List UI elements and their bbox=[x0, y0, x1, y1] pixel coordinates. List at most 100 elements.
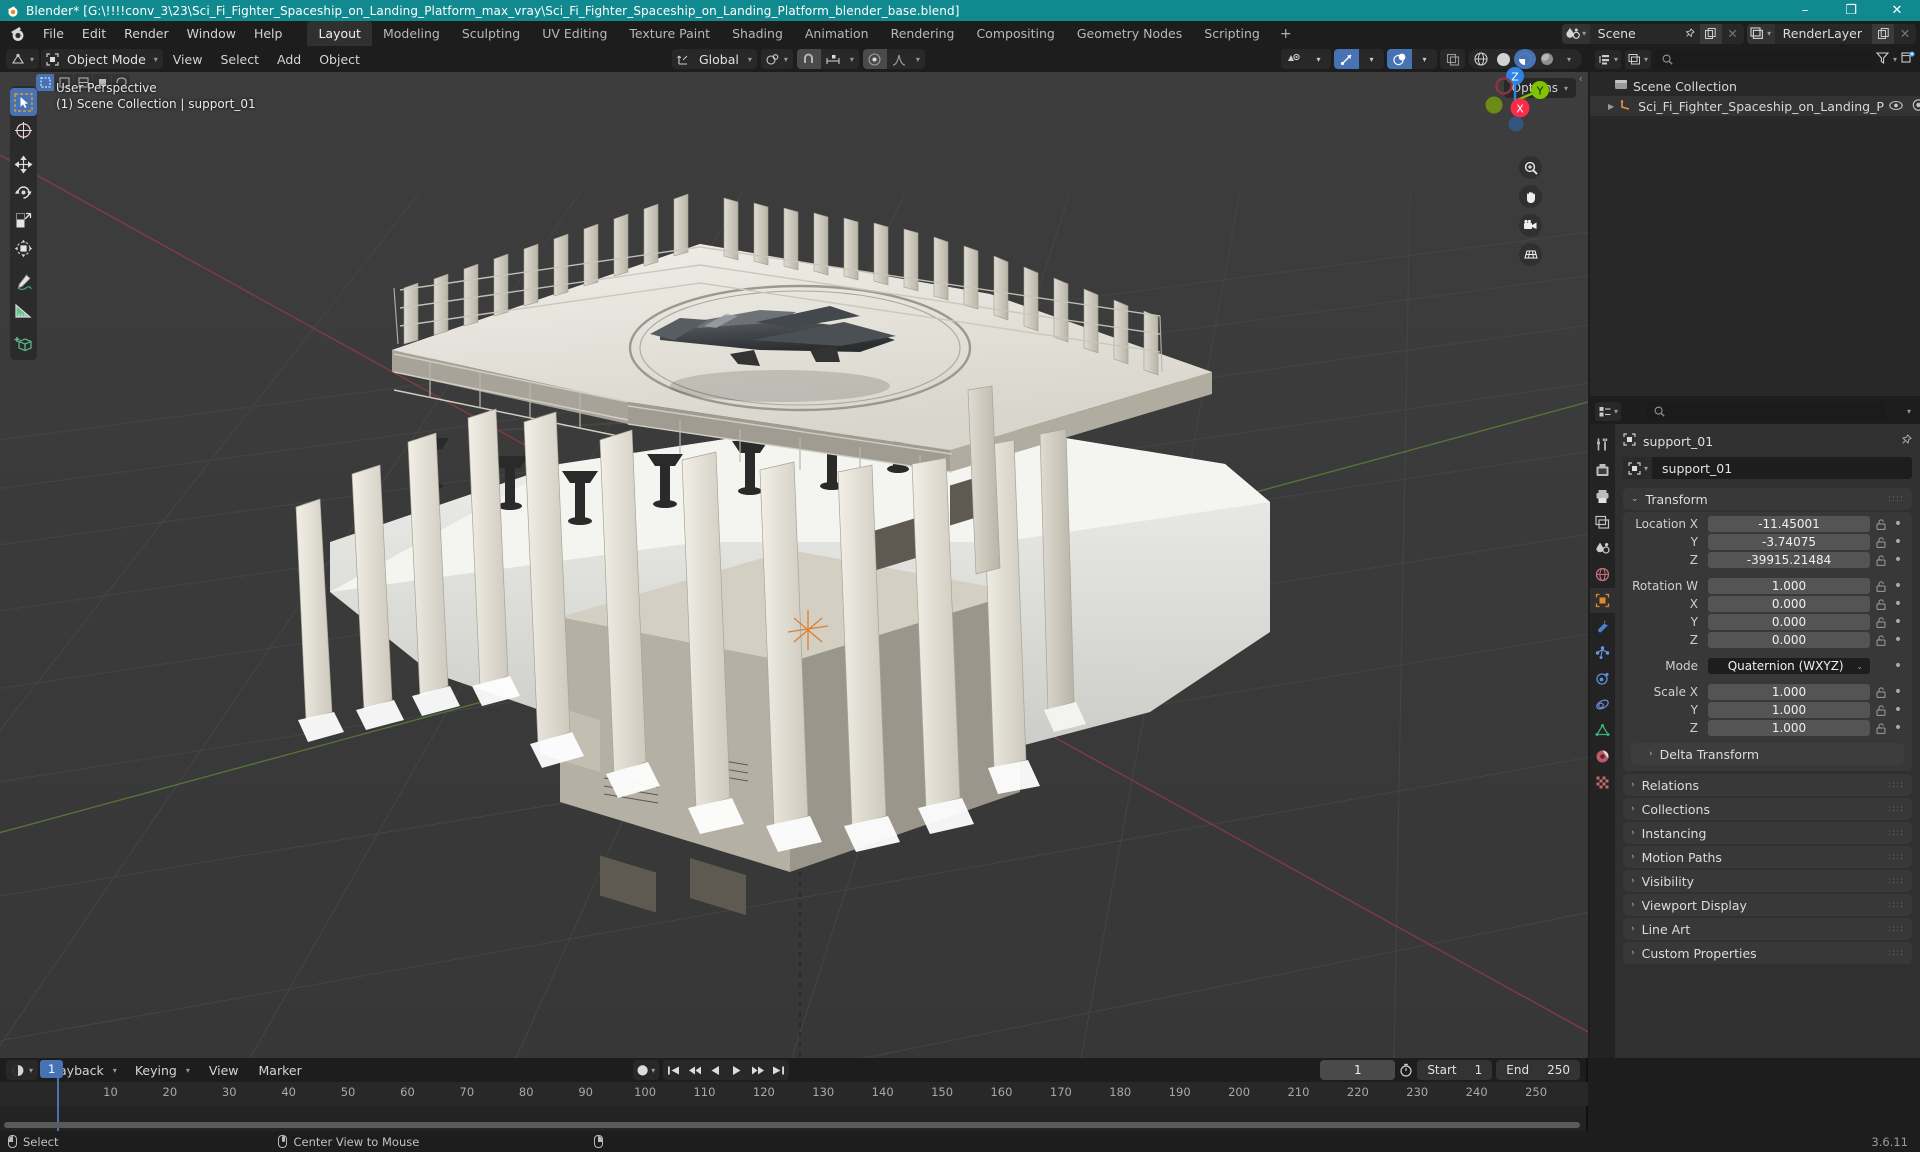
shading-dropdown-icon[interactable]: ▾ bbox=[1558, 49, 1580, 69]
viewport-menu-select[interactable]: Select bbox=[212, 52, 267, 67]
timeline-editor-type-button[interactable]: ▾ bbox=[6, 1060, 39, 1080]
outliner-row-object[interactable]: ▶ Sci_Fi_Fighter_Spaceship_on_Landing_P bbox=[1590, 96, 1920, 116]
snap-dropdown-icon[interactable]: ▾ bbox=[845, 49, 859, 69]
filter-icon[interactable] bbox=[1875, 51, 1890, 67]
properties-search-input[interactable] bbox=[1646, 401, 1886, 421]
tab-scene-icon[interactable] bbox=[1590, 536, 1615, 561]
new-collection-icon[interactable] bbox=[1901, 51, 1915, 67]
add-workspace-button[interactable]: + bbox=[1271, 24, 1301, 44]
tab-rendering[interactable]: Rendering bbox=[880, 21, 966, 46]
tab-texture-icon[interactable] bbox=[1590, 770, 1615, 795]
auto-keying-group[interactable]: ⬤ ▾ bbox=[633, 1060, 660, 1080]
maximize-button[interactable]: ❐ bbox=[1828, 0, 1874, 21]
timeline-editor[interactable]: ▾ Playback ▾ Keying ▾ View Marker ⬤ ▾ 1 … bbox=[0, 1058, 1588, 1131]
scale-x-row[interactable]: Scale X 1.000 • bbox=[1631, 684, 1904, 700]
object-mode-selector[interactable]: Object Mode ▾ bbox=[41, 49, 163, 69]
tab-sculpting[interactable]: Sculpting bbox=[451, 21, 531, 46]
animate-dot-icon[interactable]: • bbox=[1892, 579, 1904, 593]
scale-y-value[interactable]: 1.000 bbox=[1708, 702, 1870, 718]
tab-material-icon[interactable] bbox=[1590, 744, 1615, 769]
scale-z-value[interactable]: 1.000 bbox=[1708, 720, 1870, 736]
gizmo-dropdown-icon[interactable]: ▾ bbox=[1359, 49, 1384, 69]
transform-panel-header[interactable]: ⌄ Transform :::: bbox=[1623, 488, 1912, 510]
outliner-row-scene-collection[interactable]: Scene Collection bbox=[1590, 76, 1920, 96]
tab-object-icon[interactable] bbox=[1590, 588, 1615, 613]
tab-output-icon[interactable] bbox=[1590, 484, 1615, 509]
xray-toggle-icon[interactable] bbox=[1440, 49, 1465, 69]
tab-world-icon[interactable] bbox=[1590, 562, 1615, 587]
tab-constraints-icon[interactable] bbox=[1590, 692, 1615, 717]
animate-dot-icon[interactable]: • bbox=[1892, 659, 1904, 673]
scale-x-value[interactable]: 1.000 bbox=[1708, 684, 1870, 700]
location-z-value[interactable]: -39915.21484 bbox=[1708, 552, 1870, 568]
gizmo-toggle-icon[interactable] bbox=[1334, 49, 1359, 69]
delete-scene-button[interactable]: ✕ bbox=[1722, 24, 1744, 44]
editor-type-button[interactable]: ▾ bbox=[6, 49, 40, 69]
tab-tool-icon[interactable] bbox=[1590, 432, 1615, 457]
relations-panel-header[interactable]: › Relations :::: bbox=[1623, 774, 1912, 796]
scale-y-row[interactable]: Y 1.000 • bbox=[1631, 702, 1904, 718]
tab-modifiers-icon[interactable] bbox=[1590, 614, 1615, 639]
visibility-panel-header[interactable]: › Visibility :::: bbox=[1623, 870, 1912, 892]
properties-options-dropdown-icon[interactable]: ▾ bbox=[1907, 407, 1915, 416]
tab-uv-editing[interactable]: UV Editing bbox=[531, 21, 618, 46]
orthographic-toggle-icon[interactable] bbox=[1519, 243, 1542, 266]
outliner-editor-type-button[interactable]: ▾ bbox=[1595, 49, 1622, 69]
lock-icon[interactable] bbox=[1874, 598, 1888, 610]
viewport-menu-add[interactable]: Add bbox=[269, 52, 309, 67]
outliner-panel[interactable]: ▾ ▾ ▾ Scene Collection ▶ Sci_Fi_Fighter_… bbox=[1590, 46, 1920, 396]
animate-dot-icon[interactable]: • bbox=[1892, 553, 1904, 567]
timeline-menu-view[interactable]: View bbox=[200, 1060, 248, 1080]
tab-data-icon[interactable] bbox=[1590, 718, 1615, 743]
instancing-panel-header[interactable]: › Instancing :::: bbox=[1623, 822, 1912, 844]
prev-keyframe-icon[interactable] bbox=[684, 1060, 705, 1080]
rotation-mode-dropdown[interactable]: Quaternion (WXYZ) ⌄ bbox=[1708, 658, 1870, 674]
object-id-type-button[interactable]: ▾ bbox=[1623, 457, 1653, 479]
location-y-value[interactable]: -3.74075 bbox=[1708, 534, 1870, 550]
motion-paths-panel-header[interactable]: › Motion Paths :::: bbox=[1623, 846, 1912, 868]
animate-dot-icon[interactable]: • bbox=[1892, 535, 1904, 549]
tab-compositing[interactable]: Compositing bbox=[965, 21, 1065, 46]
timeline-menu-keying[interactable]: Keying ▾ bbox=[127, 1060, 198, 1080]
proportional-edit-icon[interactable] bbox=[862, 49, 887, 69]
close-button[interactable]: ✕ bbox=[1874, 0, 1920, 21]
tab-modeling[interactable]: Modeling bbox=[372, 21, 451, 46]
tab-texture-paint[interactable]: Texture Paint bbox=[618, 21, 721, 46]
delta-transform-subpanel[interactable]: › Delta Transform bbox=[1631, 743, 1904, 765]
camera-render-icon[interactable] bbox=[1912, 98, 1920, 114]
tab-animation[interactable]: Animation bbox=[794, 21, 880, 46]
custom-properties-panel-header[interactable]: › Custom Properties :::: bbox=[1623, 942, 1912, 964]
falloff-dropdown-icon[interactable]: ▾ bbox=[911, 49, 925, 69]
zoom-icon[interactable] bbox=[1519, 156, 1542, 179]
lock-icon[interactable] bbox=[1874, 686, 1888, 698]
pan-hand-icon[interactable] bbox=[1519, 185, 1542, 208]
lock-icon[interactable] bbox=[1874, 554, 1888, 566]
auto-keying-dropdown-icon[interactable]: ▾ bbox=[651, 1066, 655, 1075]
timeline-scrollbar-thumb[interactable] bbox=[4, 1122, 1580, 1128]
new-scene-button[interactable] bbox=[1699, 23, 1722, 44]
new-viewlayer-button[interactable] bbox=[1872, 23, 1894, 44]
falloff-curve-icon[interactable] bbox=[887, 49, 911, 69]
tab-geometry-nodes[interactable]: Geometry Nodes bbox=[1066, 21, 1193, 46]
snap-magnet-icon[interactable] bbox=[796, 49, 821, 69]
sidebar-collapse-icon[interactable]: ‹ bbox=[1579, 72, 1583, 85]
menu-help[interactable]: Help bbox=[245, 23, 292, 44]
xray-group[interactable] bbox=[1440, 49, 1465, 69]
tab-viewlayer-icon[interactable] bbox=[1590, 510, 1615, 535]
animate-dot-icon[interactable]: • bbox=[1892, 703, 1904, 717]
viewport-3d-scene[interactable] bbox=[0, 72, 1588, 1058]
next-keyframe-icon[interactable] bbox=[747, 1060, 768, 1080]
3d-viewport[interactable]: ▾ Object Mode ▾ View Select Add Object G… bbox=[0, 46, 1588, 1058]
rotation-y-row[interactable]: Y 0.000 • bbox=[1631, 614, 1904, 630]
location-y-row[interactable]: Y -3.74075 • bbox=[1631, 534, 1904, 550]
overlays-group[interactable]: ▾ bbox=[1387, 49, 1437, 69]
play-reverse-icon[interactable] bbox=[705, 1060, 726, 1080]
viewport-display-panel-header[interactable]: › Viewport Display :::: bbox=[1623, 894, 1912, 916]
record-icon[interactable]: ⬤ bbox=[637, 1065, 648, 1076]
scale-z-row[interactable]: Z 1.000 • bbox=[1631, 720, 1904, 736]
rotation-w-row[interactable]: Rotation W 1.000 • bbox=[1631, 578, 1904, 594]
tab-particles-icon[interactable] bbox=[1590, 640, 1615, 665]
menu-file[interactable]: File bbox=[34, 23, 73, 44]
jump-start-icon[interactable] bbox=[663, 1060, 684, 1080]
menu-render[interactable]: Render bbox=[115, 23, 178, 44]
